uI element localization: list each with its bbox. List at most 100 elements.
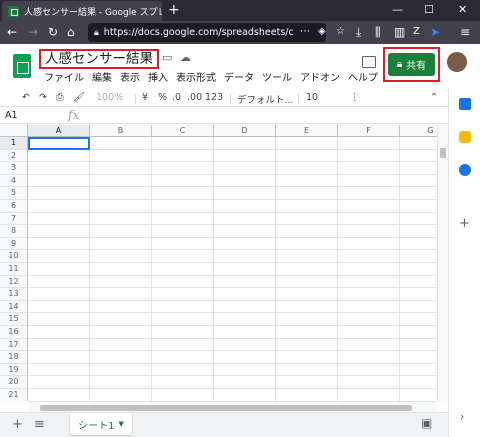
close-window-button[interactable]: ✕ [458, 3, 467, 16]
selected-cell[interactable] [28, 137, 90, 150]
row-header[interactable]: 17 [0, 338, 28, 352]
select-all-corner[interactable] [0, 125, 28, 137]
vertical-scroll-thumb[interactable] [440, 148, 446, 158]
new-tab-button[interactable]: + [168, 2, 180, 18]
collapse-icon[interactable]: ⌃ [430, 92, 438, 103]
row-header[interactable]: 14 [0, 300, 28, 314]
name-box[interactable]: A1 [5, 110, 18, 121]
tasks-icon[interactable] [459, 164, 471, 176]
library-icon[interactable]: ⫼ [375, 25, 381, 39]
keep-icon[interactable] [459, 131, 471, 143]
row-header[interactable]: 4 [0, 174, 28, 188]
back-icon[interactable]: ← [7, 25, 17, 39]
comment-icon[interactable] [362, 56, 376, 68]
column-header[interactable]: D [214, 125, 276, 137]
column-header[interactable]: C [152, 125, 214, 137]
menu-format[interactable]: 表示形式 [176, 69, 216, 84]
row-header[interactable]: 20 [0, 376, 28, 389]
extension-z-icon[interactable]: Z [413, 25, 420, 39]
reload-icon[interactable]: ↻ [48, 25, 58, 39]
expand-panel-icon[interactable]: › [460, 410, 464, 423]
share-button[interactable]: 🔒︎ 共有 [388, 53, 435, 76]
row-header[interactable]: 2 [0, 149, 28, 163]
redo-icon[interactable]: ↷ [39, 92, 47, 103]
column-header[interactable]: G [400, 125, 438, 137]
row-header[interactable]: 5 [0, 187, 28, 200]
menu-data[interactable]: データ [224, 69, 254, 84]
row-header[interactable]: 13 [0, 288, 28, 301]
menu-insert[interactable]: 挿入 [148, 69, 168, 84]
sheet-tab-label: シート1 [78, 420, 115, 432]
star-icon[interactable]: ☆ [144, 51, 154, 64]
spreadsheet-grid[interactable]: ABCDEFG 1 2 3 4 5 6 7 8 9 10 11 12 13 14 15 16 17 18 19 20 2… [0, 125, 438, 401]
sheet-tab-active[interactable]: シート1 ▼ [70, 413, 132, 435]
row-header[interactable]: 9 [0, 237, 28, 251]
font-size-select[interactable]: 10 [306, 92, 318, 103]
home-icon[interactable]: ⌂ [67, 25, 75, 39]
undo-icon[interactable]: ↶ [22, 92, 30, 103]
print-icon[interactable]: ⎙ [56, 92, 64, 103]
menu-bar: ファイル 編集 表示 挿入 表示形式 データ ツール アドオン ヘルプ [44, 69, 378, 84]
menu-tools[interactable]: ツール [262, 69, 292, 84]
forward-icon[interactable]: → [28, 25, 38, 39]
all-sheets-button[interactable]: ≡ [34, 417, 45, 432]
add-addon-icon[interactable]: + [459, 216, 470, 231]
column-header[interactable]: E [276, 125, 338, 137]
download-icon[interactable]: ⤓ [356, 25, 361, 39]
extension-arrow-icon[interactable]: ➤ [430, 25, 440, 39]
more-formats-button[interactable]: 123 [205, 92, 223, 103]
page-actions-icon[interactable]: ⋯ [300, 25, 310, 39]
row-header[interactable]: 1 [0, 137, 28, 150]
bookmark-star-icon[interactable]: ☆ [336, 25, 345, 39]
row-header[interactable]: 15 [0, 313, 28, 326]
sheets-header: 人感センサー結果 ☆ ▭ ☁ ファイル 編集 表示 挿入 表示形式 データ ツー… [0, 44, 480, 88]
menu-file[interactable]: ファイル [44, 69, 84, 84]
menu-help[interactable]: ヘルプ [348, 69, 378, 84]
url-text: https://docs.google.com/spreadsheets/c [103, 27, 294, 38]
vertical-scrollbar[interactable] [437, 125, 448, 401]
row-header[interactable]: 11 [0, 263, 28, 276]
percent-button[interactable]: % [158, 92, 167, 103]
menu-edit[interactable]: 編集 [92, 69, 112, 84]
share-highlight: 🔒︎ 共有 [383, 47, 440, 82]
sidebar-icon[interactable]: ▥ [394, 25, 405, 39]
column-header[interactable]: A [28, 125, 90, 137]
row-header[interactable]: 19 [0, 363, 28, 377]
avatar[interactable] [447, 52, 467, 72]
row-header[interactable]: 6 [0, 200, 28, 213]
more-toolbar-button[interactable]: ⋮ [350, 92, 360, 103]
currency-button[interactable]: ¥ [142, 92, 148, 103]
url-bar[interactable]: 🔒︎ https://docs.google.com/spreadsheets/… [88, 23, 326, 42]
pocket-icon[interactable]: ◈ [318, 25, 326, 39]
sheets-logo-icon[interactable] [13, 54, 31, 78]
row-header[interactable]: 12 [0, 275, 28, 289]
menu-view[interactable]: 表示 [120, 69, 140, 84]
calendar-icon[interactable] [459, 98, 471, 110]
horizontal-scroll-thumb[interactable] [40, 405, 412, 411]
row-header[interactable]: 8 [0, 225, 28, 238]
font-select[interactable]: デフォルト... [237, 92, 294, 106]
column-header[interactable]: F [338, 125, 400, 137]
menu-icon[interactable]: ≡ [460, 25, 470, 39]
move-folder-icon[interactable]: ▭ [162, 51, 172, 64]
zoom-select[interactable]: 100% [96, 92, 123, 103]
row-header[interactable]: 7 [0, 212, 28, 226]
explore-icon[interactable]: ▣ [421, 416, 432, 430]
maximize-button[interactable]: ☐ [424, 3, 434, 16]
menu-addons[interactable]: アドオン [300, 69, 340, 84]
increase-decimal-button[interactable]: .00 [187, 92, 202, 103]
horizontal-scrollbar[interactable] [28, 401, 437, 412]
column-header[interactable]: B [90, 125, 152, 137]
paint-format-icon[interactable]: 🖌︎ [73, 92, 85, 103]
row-header[interactable]: 3 [0, 162, 28, 175]
chevron-down-icon[interactable]: ▼ [118, 420, 123, 428]
document-title[interactable]: 人感センサー結果 [39, 49, 159, 69]
row-header[interactable]: 21 [0, 389, 28, 401]
row-header[interactable]: 16 [0, 326, 28, 339]
decrease-decimal-button[interactable]: .0 [172, 92, 181, 103]
minimize-button[interactable]: — [392, 3, 403, 16]
add-sheet-button[interactable]: + [12, 417, 23, 432]
row-header[interactable]: 18 [0, 351, 28, 364]
browser-tab[interactable]: 人感センサー結果 - Google スプレ ✕ [2, 1, 162, 21]
row-header[interactable]: 10 [0, 250, 28, 263]
